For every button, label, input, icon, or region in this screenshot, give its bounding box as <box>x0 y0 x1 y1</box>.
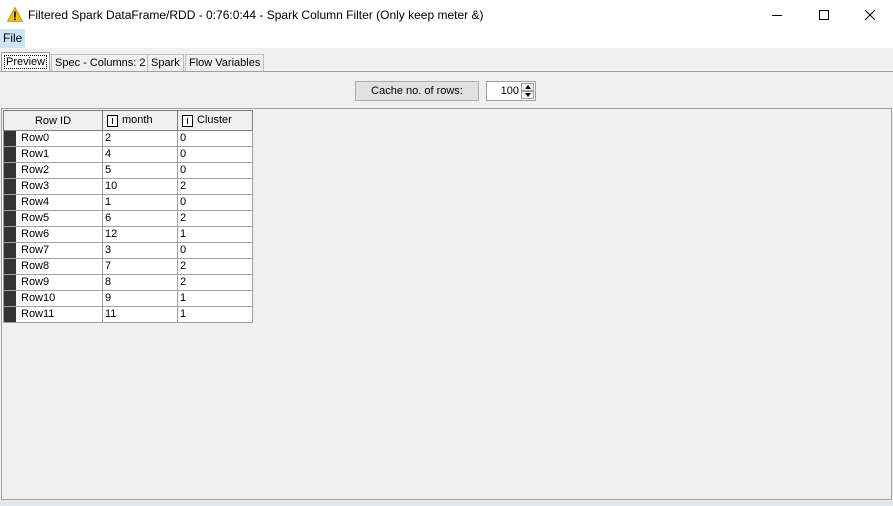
cell-month[interactable]: 10 <box>102 178 178 195</box>
row-id: Row10 <box>21 292 56 304</box>
row-id: Row0 <box>21 132 50 144</box>
preview-toolbar: Cache no. of rows: 100 <box>0 71 893 108</box>
table-row[interactable]: Row3 10 2 <box>3 178 253 195</box>
cell-cluster[interactable]: 2 <box>177 274 253 291</box>
header-month[interactable]: month <box>102 110 178 131</box>
table-row[interactable]: Row4 1 0 <box>3 194 253 211</box>
cache-rows-spinner[interactable]: 100 <box>486 81 536 101</box>
cache-rows-button[interactable]: Cache no. of rows: <box>355 81 479 101</box>
header-month-label: month <box>122 114 153 127</box>
table-row[interactable]: Row9 8 2 <box>3 274 253 291</box>
row-id: Row9 <box>21 276 50 288</box>
cell-month[interactable]: 5 <box>102 162 178 179</box>
cell-month[interactable]: 4 <box>102 146 178 163</box>
tab-preview[interactable]: Preview <box>1 52 51 71</box>
table-row[interactable]: Row2 5 0 <box>3 162 253 179</box>
table-header-row: Row ID month Cluster <box>3 110 253 131</box>
close-button[interactable] <box>847 0 893 29</box>
data-table: Row ID month Cluster Row0 2 0 Row1 4 0 Row2 5… <box>3 110 253 323</box>
cell-cluster[interactable]: 2 <box>177 178 253 195</box>
table-row[interactable]: Row6 12 1 <box>3 226 253 243</box>
cell-cluster[interactable]: 2 <box>177 210 253 227</box>
row-id: Row2 <box>21 164 50 176</box>
cell-month[interactable]: 9 <box>102 290 178 307</box>
integer-column-icon <box>107 114 118 127</box>
row-id: Row11 <box>21 308 55 320</box>
row-marker <box>4 291 16 306</box>
table-row[interactable]: Row0 2 0 <box>3 130 253 147</box>
cache-rows-value[interactable]: 100 <box>487 82 519 100</box>
table-row[interactable]: Row7 3 0 <box>3 242 253 259</box>
tab-preview-label: Preview <box>3 55 48 69</box>
cell-cluster[interactable]: 1 <box>177 290 253 307</box>
row-marker <box>4 211 16 226</box>
cell-month[interactable]: 2 <box>102 130 178 147</box>
cell-month[interactable]: 8 <box>102 274 178 291</box>
maximize-button[interactable] <box>801 0 847 29</box>
minimize-button[interactable] <box>754 0 800 29</box>
spinner-down-arrow-icon[interactable] <box>521 91 534 99</box>
tab-spark[interactable]: Spark <box>147 54 184 71</box>
row-id: Row4 <box>21 196 50 208</box>
cell-cluster[interactable]: 1 <box>177 306 253 323</box>
cell-cluster[interactable]: 0 <box>177 162 253 179</box>
maximize-icon <box>819 9 829 20</box>
row-id: Row3 <box>21 180 50 192</box>
tab-flow-variables[interactable]: Flow Variables <box>185 54 265 71</box>
close-icon <box>865 9 875 20</box>
cell-cluster[interactable]: 0 <box>177 194 253 211</box>
warning-triangle-icon <box>7 7 23 22</box>
minimize-icon <box>772 14 782 16</box>
row-id: Row8 <box>21 260 50 272</box>
row-marker <box>4 195 16 210</box>
tab-spec-columns[interactable]: Spec - Columns: 2 <box>51 54 150 71</box>
table-row[interactable]: Row1 4 0 <box>3 146 253 163</box>
header-cluster-label: Cluster <box>197 114 232 127</box>
cell-cluster[interactable]: 0 <box>177 242 253 259</box>
cell-month[interactable]: 1 <box>102 194 178 211</box>
table-row[interactable]: Row11 11 1 <box>3 306 253 323</box>
window-bottom-edge <box>0 501 893 506</box>
header-cluster[interactable]: Cluster <box>177 110 253 131</box>
row-marker <box>4 179 16 194</box>
row-marker <box>4 275 16 290</box>
row-marker <box>4 147 16 162</box>
cell-cluster[interactable]: 1 <box>177 226 253 243</box>
cell-month[interactable]: 12 <box>102 226 178 243</box>
cell-month[interactable]: 6 <box>102 210 178 227</box>
table-row[interactable]: Row8 7 2 <box>3 258 253 275</box>
window-title: Filtered Spark DataFrame/RDD - 0:76:0:44… <box>28 8 484 22</box>
tab-bar: Preview Spec - Columns: 2 Spark Flow Var… <box>0 52 893 72</box>
cell-month[interactable]: 3 <box>102 242 178 259</box>
cell-cluster[interactable]: 2 <box>177 258 253 275</box>
menu-file[interactable]: File <box>0 29 26 48</box>
spinner-up-arrow-icon[interactable] <box>521 83 534 91</box>
table-view[interactable]: Row ID month Cluster Row0 2 0 Row1 4 0 Row2 5… <box>1 108 892 500</box>
header-row-id[interactable]: Row ID <box>3 110 103 131</box>
row-marker <box>4 259 16 274</box>
row-id: Row6 <box>21 228 50 240</box>
cell-month[interactable]: 7 <box>102 258 178 275</box>
row-id: Row1 <box>21 148 50 160</box>
menu-bar: File <box>0 29 893 48</box>
row-marker <box>4 227 16 242</box>
cell-cluster[interactable]: 0 <box>177 130 253 147</box>
title-bar: Filtered Spark DataFrame/RDD - 0:76:0:44… <box>0 0 893 29</box>
table-row[interactable]: Row10 9 1 <box>3 290 253 307</box>
row-id: Row7 <box>21 244 50 256</box>
row-marker <box>4 307 16 322</box>
integer-column-icon <box>182 114 193 127</box>
cell-cluster[interactable]: 0 <box>177 146 253 163</box>
row-id: Row5 <box>21 212 50 224</box>
cell-month[interactable]: 11 <box>102 306 178 323</box>
row-marker <box>4 131 16 146</box>
table-row[interactable]: Row5 6 2 <box>3 210 253 227</box>
row-marker <box>4 163 16 178</box>
row-marker <box>4 243 16 258</box>
